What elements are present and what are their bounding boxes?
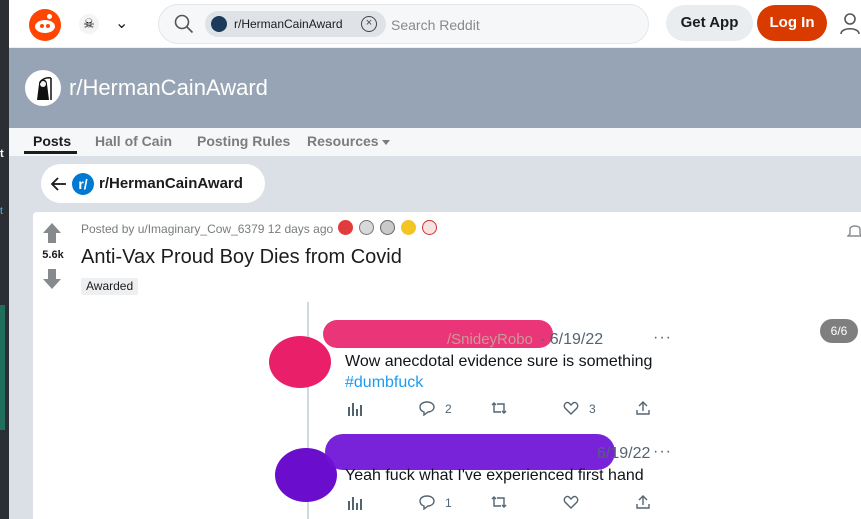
- search-input[interactable]: [391, 14, 631, 36]
- top-header: ☠ ⌄ r/HermanCainAward × Get App Log In: [9, 0, 861, 48]
- back-arrow-icon: [50, 176, 66, 191]
- analytics-icon: [348, 497, 362, 510]
- retweet-icon: [491, 496, 507, 508]
- tweet-text: Yeah fuck what I've experienced first ha…: [345, 467, 644, 484]
- analytics-icon: [348, 403, 362, 416]
- subreddit-nav: Posts Hall of Cain Posting Rules Resourc…: [9, 128, 861, 156]
- search-community-chip[interactable]: r/HermanCainAward ×: [205, 11, 386, 37]
- gallery-counter: 6/6: [820, 319, 858, 343]
- search-icon: [174, 14, 194, 34]
- heart-award-icon: [338, 220, 353, 235]
- chevron-down-icon: ⌄: [115, 15, 129, 32]
- reply-icon: [419, 495, 435, 510]
- tweet-hashtag: #dumbfuck: [345, 374, 424, 391]
- tab-hall-of-cain[interactable]: Hall of Cain: [95, 133, 172, 149]
- log-in-button[interactable]: Log In: [757, 5, 827, 41]
- back-to-subreddit-button[interactable]: r/ r/HermanCainAward: [41, 164, 265, 203]
- more-options-icon: ···: [653, 443, 672, 460]
- subreddit-title: r/HermanCainAward: [69, 75, 268, 100]
- tab-posts[interactable]: Posts: [33, 133, 71, 149]
- redaction-scribble: [269, 336, 331, 388]
- like-count: 3: [589, 402, 596, 416]
- get-app-button[interactable]: Get App: [666, 5, 753, 41]
- like-icon: [563, 401, 579, 415]
- downvote-icon[interactable]: [41, 267, 63, 291]
- retweet-icon: [491, 402, 507, 414]
- post-card: 5.6k Posted by u/Imaginary_Cow_6379 12 d…: [33, 212, 861, 519]
- tweet-text: Wow anecdotal evidence sure is something: [345, 353, 653, 370]
- more-options-icon: ···: [653, 329, 672, 346]
- tweet-date: 6/19/22: [597, 445, 651, 462]
- vote-column: 5.6k: [33, 212, 73, 519]
- community-icon: [211, 16, 227, 32]
- redaction-scribble: [325, 434, 615, 470]
- clear-chip-icon[interactable]: ×: [361, 16, 377, 32]
- background-window-edge: t t: [0, 0, 9, 519]
- resources-caret-icon[interactable]: [382, 140, 390, 145]
- share-icon: [636, 495, 650, 509]
- search-bar[interactable]: r/HermanCainAward ×: [158, 4, 649, 44]
- community-icon: ☠: [79, 14, 99, 34]
- reply-count: 1: [445, 496, 452, 510]
- community-switcher[interactable]: ☠ ⌄: [79, 12, 139, 36]
- tweet-date: · 6/19/22: [540, 331, 604, 348]
- reddit-logo-icon[interactable]: [29, 9, 61, 41]
- tweet-handle-partial: /SnideyRobo: [447, 331, 533, 348]
- post-flair[interactable]: Awarded: [81, 278, 139, 295]
- active-tab-indicator: [24, 151, 77, 154]
- back-pill-label: r/HermanCainAward: [99, 175, 243, 192]
- tab-resources[interactable]: Resources: [307, 133, 379, 149]
- subreddit-banner: r/HermanCainAward: [9, 48, 861, 128]
- subreddit-badge-icon: r/: [72, 172, 94, 195]
- silver-award-icon: [380, 220, 395, 235]
- post-image[interactable]: /SnideyRobo · 6/19/22 ··· Wow anecdotal …: [269, 302, 689, 519]
- upvote-icon[interactable]: [41, 221, 63, 245]
- background-text: t: [0, 206, 3, 217]
- user-menu-icon[interactable]: [839, 12, 861, 36]
- post-meta: Posted by u/Imaginary_Cow_6379 12 days a…: [81, 222, 334, 236]
- reply-icon: [419, 401, 435, 416]
- reply-count: 2: [445, 402, 452, 416]
- background-block: [0, 305, 5, 430]
- notification-bell-icon[interactable]: [847, 221, 861, 239]
- subreddit-avatar: [25, 70, 61, 106]
- like-icon: [563, 495, 579, 509]
- awards-row: [338, 220, 437, 235]
- vote-count: 5.6k: [42, 249, 64, 261]
- background-text: t: [0, 148, 4, 160]
- sun-award-icon: [401, 220, 416, 235]
- post-title[interactable]: Anti-Vax Proud Boy Dies from Covid: [81, 246, 402, 269]
- face-award-icon: [359, 220, 374, 235]
- grim-reaper-icon: [27, 72, 59, 104]
- tab-posting-rules[interactable]: Posting Rules: [197, 133, 290, 149]
- search-chip-label: r/HermanCainAward: [234, 17, 343, 31]
- animal-award-icon: [422, 220, 437, 235]
- share-icon: [636, 401, 650, 415]
